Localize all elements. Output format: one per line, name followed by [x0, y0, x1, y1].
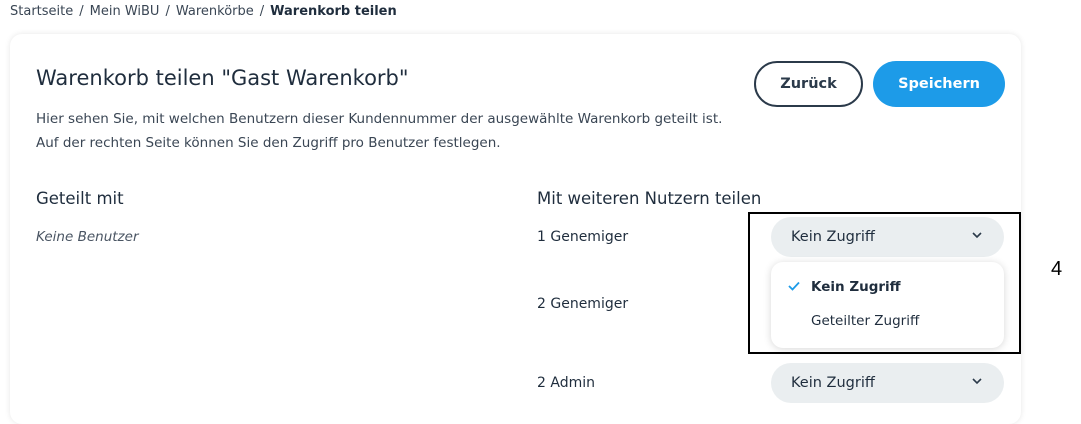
page-title: Warenkorb teilen "Gast Warenkorb" — [36, 66, 409, 90]
breadcrumb: Startseite / Mein WiBU / Warenkörbe / Warenkor… — [10, 4, 397, 19]
access-select[interactable]: Kein Zugriff — [771, 363, 1004, 403]
annotation-marker: 4 — [1051, 258, 1063, 280]
page-description: Hier sehen Sie, mit welchen Benutzern di… — [36, 111, 723, 151]
save-button[interactable]: Speichern — [873, 61, 1005, 107]
breadcrumb-separator: / — [79, 4, 84, 19]
share-more-heading: Mit weiteren Nutzern teilen — [537, 189, 762, 208]
user-name: 2 Admin — [537, 375, 595, 391]
breadcrumb-item-mein-wibu[interactable]: Mein WiBU — [90, 4, 160, 19]
breadcrumb-separator: / — [259, 4, 265, 19]
breadcrumb-item-warenkoerbe[interactable]: Warenkörbe — [176, 4, 254, 19]
shared-with-heading: Geteilt mit — [36, 189, 124, 208]
annotation-highlight-box — [748, 212, 1021, 354]
breadcrumb-item-startseite[interactable]: Startseite — [10, 4, 73, 19]
no-users-text: Keine Benutzer — [36, 229, 139, 245]
breadcrumb-separator: / — [165, 4, 170, 19]
user-name: 1 Genemiger — [537, 229, 629, 245]
user-name: 2 Genemiger — [537, 296, 629, 312]
chevron-down-icon — [972, 378, 982, 385]
access-select-value: Kein Zugriff — [791, 375, 875, 391]
back-button[interactable]: Zurück — [754, 61, 863, 107]
breadcrumb-current: Warenkorb teilen — [270, 4, 397, 19]
